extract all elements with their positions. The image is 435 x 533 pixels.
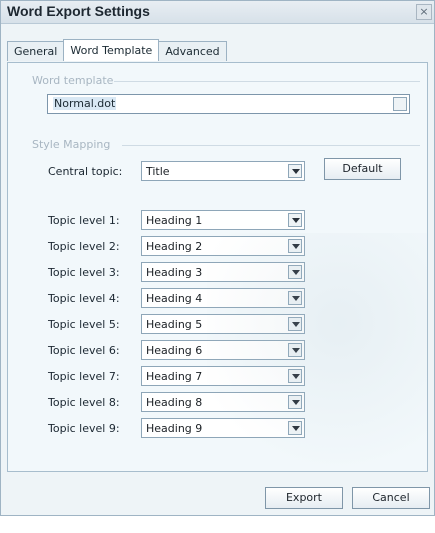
chevron-down-icon[interactable] <box>288 239 302 253</box>
chevron-down-icon[interactable] <box>288 265 302 279</box>
topic-level-5-select[interactable]: Heading 5 <box>141 314 305 334</box>
chevron-down-icon[interactable] <box>393 97 407 111</box>
chevron-down-icon[interactable] <box>288 317 302 331</box>
close-icon[interactable]: × <box>416 4 432 20</box>
topic-level-3-select[interactable]: Heading 3 <box>141 262 305 282</box>
export-button-label: Export <box>285 491 322 504</box>
chevron-down-icon[interactable] <box>288 343 302 357</box>
topic-level-8-value: Heading 8 <box>146 396 203 409</box>
default-button[interactable]: Default <box>324 158 401 180</box>
topic-level-3-label: Topic level 3: <box>48 266 120 279</box>
section-divider <box>114 81 420 82</box>
topic-level-7-value: Heading 7 <box>146 370 203 383</box>
topic-level-4-value: Heading 4 <box>146 292 203 305</box>
chevron-down-icon[interactable] <box>288 395 302 409</box>
word-template-value: Normal.dot <box>53 97 117 110</box>
chevron-down-icon[interactable] <box>288 291 302 305</box>
style-mapping-section-label: Style Mapping <box>32 138 111 151</box>
tab-general[interactable]: General <box>7 41 65 61</box>
tab-bar: General Word Template Advanced <box>7 39 227 63</box>
topic-level-2-select[interactable]: Heading 2 <box>141 236 305 256</box>
tab-panel: Word template Normal.dot Style Mapping C… <box>7 62 428 533</box>
topic-level-5-value: Heading 5 <box>146 318 203 331</box>
topic-level-9-value: Heading 9 <box>146 422 203 435</box>
topic-level-3-value: Heading 3 <box>146 266 203 279</box>
chevron-down-icon[interactable] <box>288 213 302 227</box>
word-template-combobox[interactable]: Normal.dot <box>47 94 410 114</box>
cancel-button[interactable]: Cancel <box>352 487 430 509</box>
topic-level-5-label: Topic level 5: <box>48 318 120 331</box>
topic-level-4-label: Topic level 4: <box>48 292 120 305</box>
default-button-label: Default <box>342 162 383 175</box>
central-topic-select[interactable]: Title <box>141 161 305 181</box>
cancel-button-label: Cancel <box>372 491 410 504</box>
topic-level-1-select[interactable]: Heading 1 <box>141 210 305 230</box>
topic-level-9-select[interactable]: Heading 9 <box>141 418 305 438</box>
topic-level-1-label: Topic level 1: <box>48 214 120 227</box>
topic-level-7-label: Topic level 7: <box>48 370 120 383</box>
topic-level-1-value: Heading 1 <box>146 214 203 227</box>
section-divider <box>122 145 420 146</box>
chevron-down-icon[interactable] <box>288 421 302 435</box>
topic-level-8-label: Topic level 8: <box>48 396 120 409</box>
word-template-section-label: Word template <box>32 74 114 87</box>
topic-level-6-select[interactable]: Heading 6 <box>141 340 305 360</box>
topic-level-8-select[interactable]: Heading 8 <box>141 392 305 412</box>
topic-level-6-value: Heading 6 <box>146 344 203 357</box>
chevron-down-icon[interactable] <box>288 164 302 178</box>
export-button[interactable]: Export <box>265 487 343 509</box>
topic-level-9-label: Topic level 9: <box>48 422 120 435</box>
topic-level-4-select[interactable]: Heading 4 <box>141 288 305 308</box>
window-title: Word Export Settings <box>7 3 150 19</box>
central-topic-label: Central topic: <box>48 165 123 178</box>
topic-level-6-label: Topic level 6: <box>48 344 120 357</box>
central-topic-value: Title <box>146 165 170 178</box>
topic-level-2-label: Topic level 2: <box>48 240 120 253</box>
chevron-down-icon[interactable] <box>288 369 302 383</box>
dialog-window: Word Export Settings × General Word Temp… <box>0 0 435 533</box>
topic-level-7-select[interactable]: Heading 7 <box>141 366 305 386</box>
titlebar: Word Export Settings × <box>1 1 434 24</box>
topic-level-2-value: Heading 2 <box>146 240 203 253</box>
tab-word-template[interactable]: Word Template <box>63 39 160 61</box>
tab-advanced[interactable]: Advanced <box>158 41 227 61</box>
